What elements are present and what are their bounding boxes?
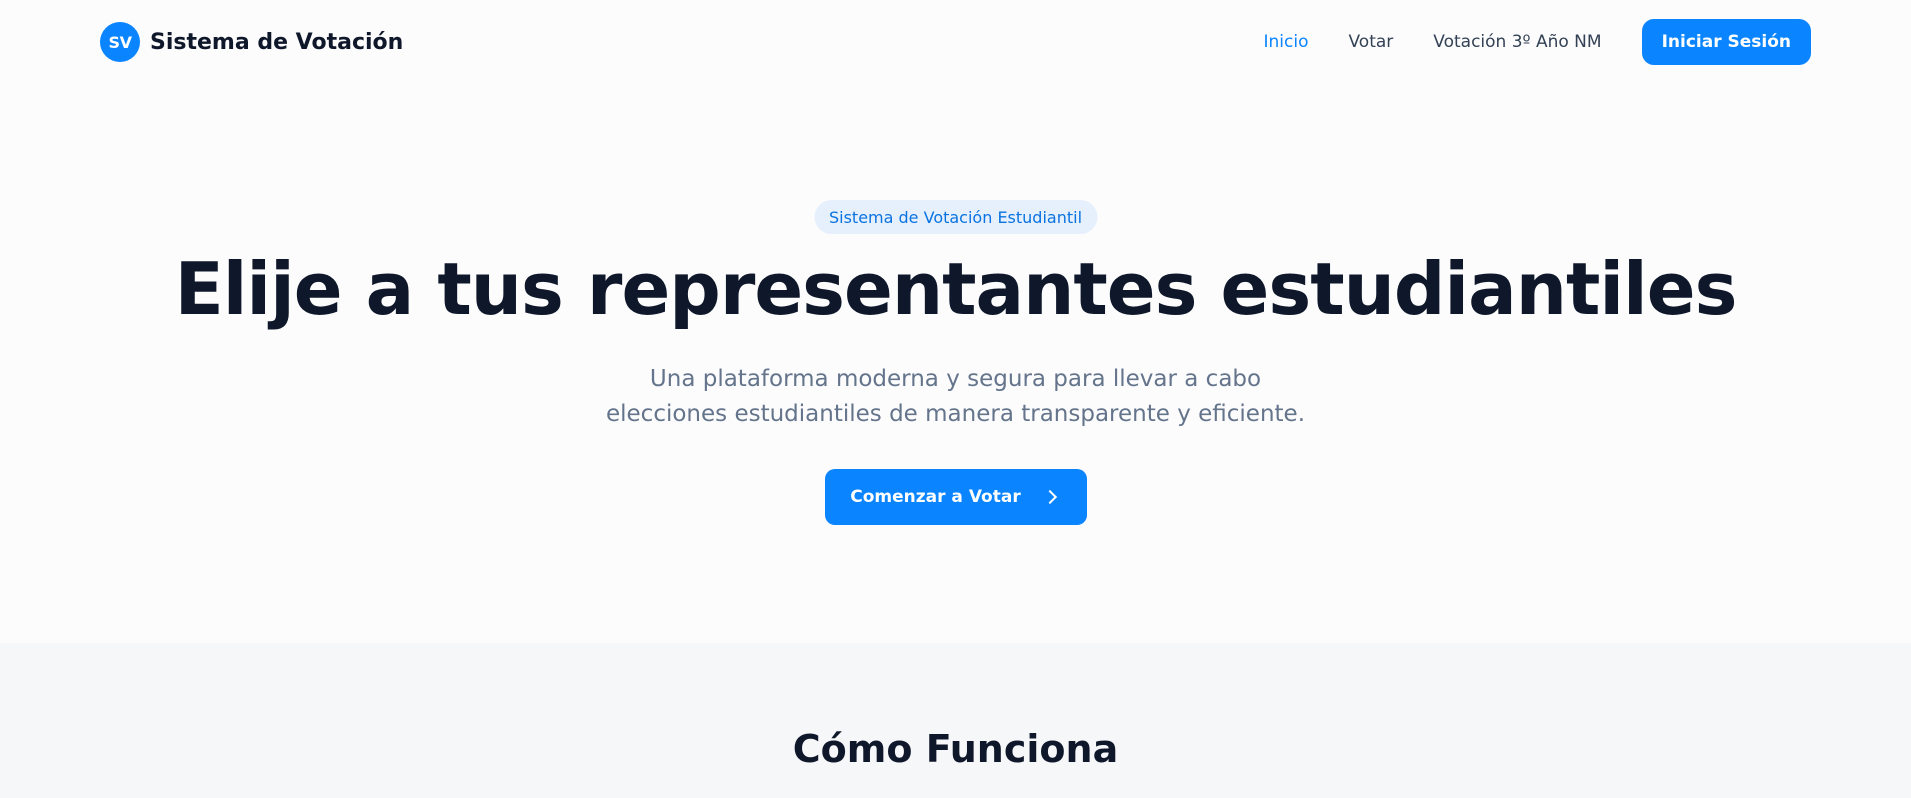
logo-badge: SV (100, 22, 140, 62)
nav-link-votacion-3-ano[interactable]: Votación 3º Año NM (1433, 32, 1601, 52)
hero-section: Sistema de Votación Estudiantil Elije a … (0, 84, 1911, 643)
login-button[interactable]: Iniciar Sesión (1641, 19, 1811, 65)
hero-subtitle: Una plataforma moderna y segura para lle… (605, 366, 1306, 427)
how-it-works-title: Cómo Funciona (792, 727, 1119, 771)
hero-badge: Sistema de Votación Estudiantil (813, 200, 1098, 234)
navbar: SV Sistema de Votación Inicio Votar Vota… (0, 0, 1911, 84)
nav-link-votar[interactable]: Votar (1349, 32, 1394, 52)
nav-link-inicio[interactable]: Inicio (1264, 32, 1309, 52)
start-voting-button[interactable]: Comenzar a Votar (824, 469, 1087, 525)
main-nav: Inicio Votar Votación 3º Año NM Iniciar … (1264, 19, 1811, 65)
chevron-right-icon (1042, 489, 1057, 505)
brand-logo-link[interactable]: SV Sistema de Votación (100, 22, 403, 62)
how-it-works-section: Cómo Funciona (0, 643, 1911, 798)
hero-title: Elije a tus representantes estudiantiles (174, 247, 1738, 331)
start-voting-label: Comenzar a Votar (850, 487, 1021, 507)
brand-name: Sistema de Votación (150, 29, 404, 55)
